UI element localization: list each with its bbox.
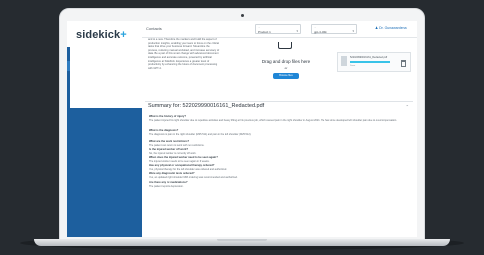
file-icon	[341, 56, 347, 66]
page-title: Contacts	[146, 26, 162, 31]
product-select-label: ...	[258, 26, 261, 29]
upload-progress-fill	[350, 61, 390, 63]
qa-answer: No, the injured worker is currently off …	[149, 151, 197, 155]
file-dropzone[interactable]: Drag and drop files here or Browse files	[255, 42, 317, 92]
upload-icon	[278, 42, 292, 49]
qa-answer: The patient reports depression.	[149, 184, 184, 188]
top-bar: Contacts ... Product 1 ▾ ... gpt-4-32k ▾…	[142, 21, 417, 38]
qa-answer: The injured worker needs to be seen agai…	[149, 159, 210, 163]
user-icon: ♟	[375, 26, 379, 30]
qa-item: Is the injured worker off work? No, the i…	[149, 148, 411, 155]
user-name: Dr. Gunawardena	[379, 26, 407, 30]
trash-icon[interactable]	[401, 60, 406, 67]
file-name: 522029990016161_Redacted.pdf	[350, 56, 388, 59]
chevron-down-icon: ▾	[352, 29, 354, 33]
dropzone-or: or	[284, 66, 288, 70]
qa-answer: Yes, an updated right shoulder MRI order…	[149, 175, 238, 179]
model-select[interactable]: ... gpt-4-32k ▾	[311, 24, 357, 34]
qa-item: Are there any rx medications? The patient…	[149, 181, 411, 188]
qa-answer: The patient injured his right shoulder d…	[149, 118, 397, 122]
upload-section: and to a new. Therefore the markers and …	[70, 38, 411, 108]
qa-item: When does the injured worker need to be …	[149, 156, 411, 163]
divider	[145, 101, 413, 102]
upload-progress	[350, 61, 390, 63]
chevron-down-icon: ▾	[296, 29, 298, 33]
user-menu[interactable]: ♟ Dr. Gunawardena	[375, 26, 407, 30]
dropzone-text: Drag and drop files here	[261, 59, 311, 64]
uploaded-file-card: 522029990016161_Redacted.pdf Done	[337, 52, 411, 72]
laptop-notch	[217, 239, 267, 241]
qa-item: Were any diagnostic tests ordered? Yes, a…	[149, 172, 411, 179]
file-status: Done	[350, 65, 356, 67]
summary-title: Summary for: 522029990016161_Redacted.pd…	[148, 103, 265, 109]
summary-panel: Summary for: 522029990016161_Redacted.pd…	[145, 103, 413, 237]
qa-item: What are the work restrictions? The patie…	[149, 140, 411, 147]
model-select-label: ...	[314, 26, 317, 29]
camera-icon	[241, 14, 244, 17]
qa-answer: The diagnosis is pain in the right shoul…	[149, 132, 252, 136]
product-select-value: Product 1	[258, 30, 271, 34]
qa-answer: Yes, physical therapy for the left shoul…	[149, 167, 228, 171]
qa-item: Has any physical or occupational therapy…	[149, 164, 411, 171]
product-select[interactable]: ... Product 1 ▾	[255, 24, 301, 34]
qa-answer: The patient can return to work with no r…	[149, 143, 205, 147]
qa-item: What is the history of injury? The patien…	[149, 115, 411, 122]
browse-files-button[interactable]: Browse files	[273, 73, 299, 79]
model-select-value: gpt-4-32k	[314, 30, 327, 34]
app-screen: sidekick+ DOWNLOADS STAFF CONTACTS Conta…	[67, 21, 417, 237]
qa-item: What is the diagnosis? The diagnosis is p…	[149, 129, 411, 136]
collapse-icon[interactable]: ⌃	[406, 104, 409, 109]
intro-text: and to a new. Therefore the markers and …	[148, 38, 220, 70]
